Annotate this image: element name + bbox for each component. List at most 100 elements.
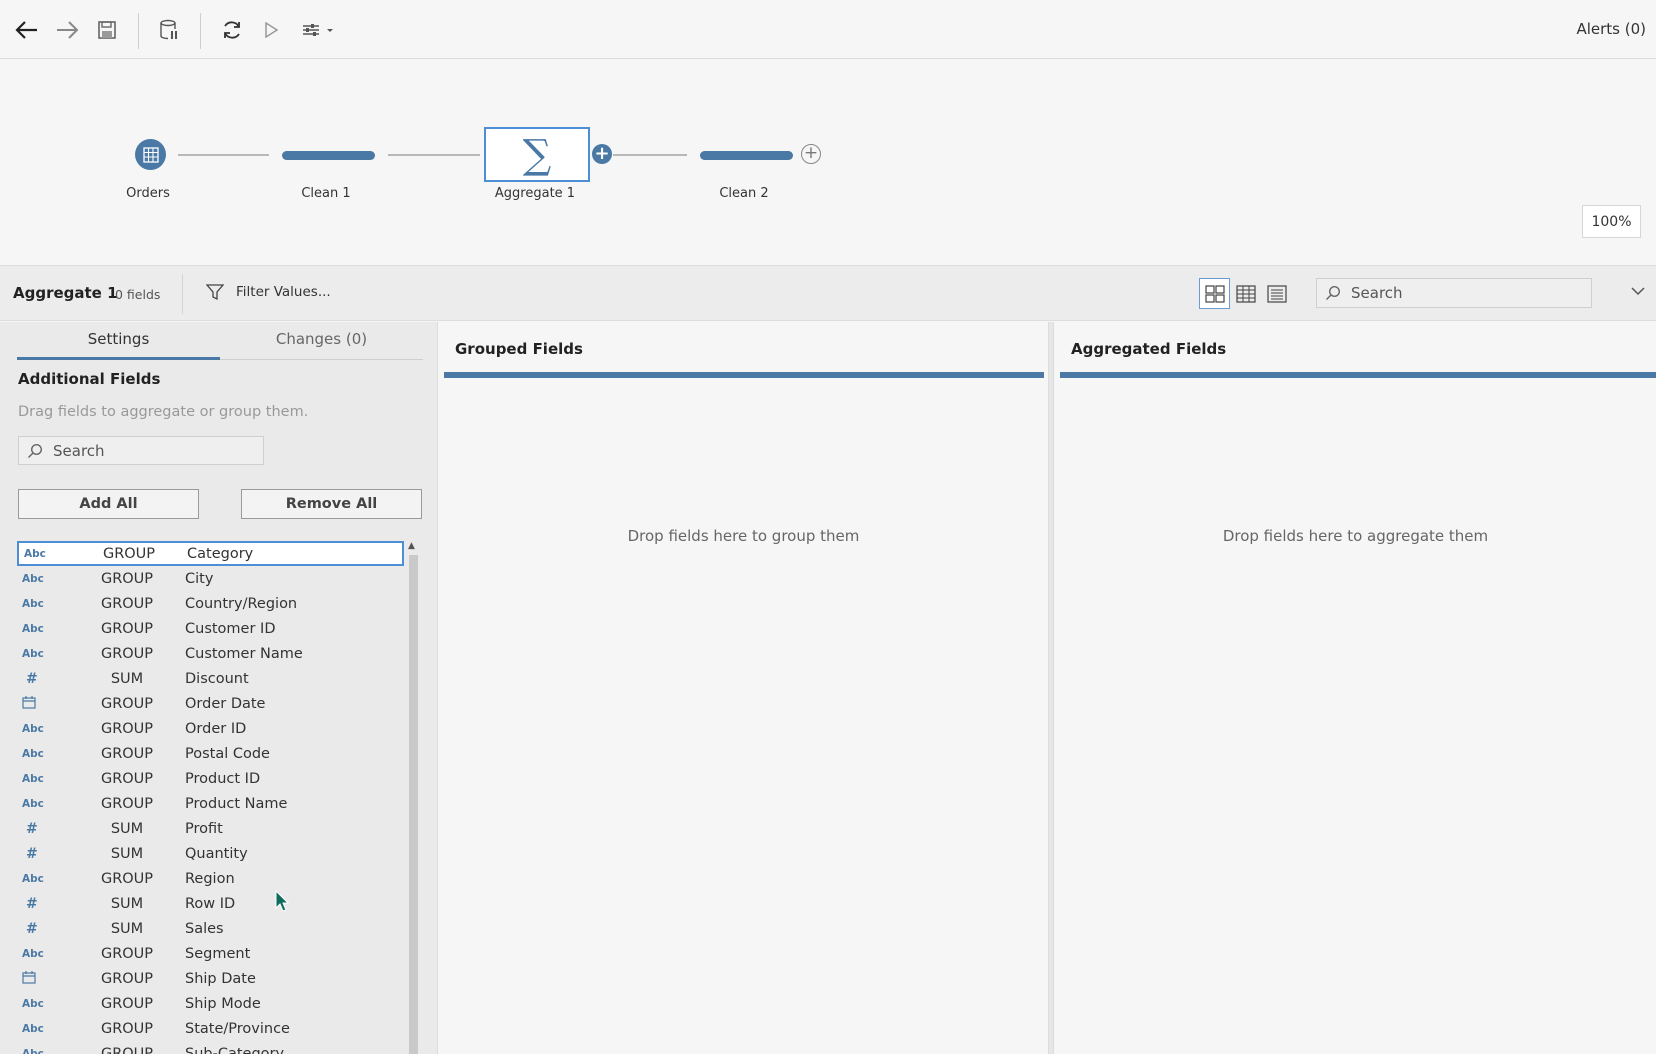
refresh-icon[interactable] [215, 13, 249, 47]
add-all-button[interactable]: Add All [18, 489, 199, 519]
clean-1-node[interactable] [282, 151, 375, 160]
field-aggregation[interactable]: SUM [77, 921, 177, 937]
grouped-fields-panel[interactable]: Grouped Fields Drop fields here to group… [439, 322, 1048, 1054]
field-row[interactable]: Abc GROUP State/Province [17, 1016, 404, 1041]
table-icon [142, 146, 159, 163]
field-name: Customer Name [185, 645, 303, 662]
panel-divider[interactable] [1048, 322, 1054, 1054]
data-source-icon[interactable] [152, 13, 186, 47]
zoom-level[interactable]: 100% [1582, 205, 1641, 238]
filter-values-label: Filter Values... [236, 284, 331, 300]
field-name: City [185, 570, 214, 587]
field-name: Sales [185, 920, 224, 937]
step-header: Aggregate 1 0 fields Filter Values... Se… [0, 266, 1656, 321]
tab-settings[interactable]: Settings [17, 330, 220, 360]
field-row[interactable]: # SUM Quantity [17, 841, 404, 866]
aggregate-1-node[interactable]: ∑ [484, 127, 590, 182]
card-view-button[interactable] [1199, 278, 1230, 309]
field-aggregation[interactable]: GROUP [77, 571, 177, 587]
field-list-scrollbar[interactable]: ▲ [406, 541, 420, 1054]
field-aggregation[interactable]: GROUP [77, 721, 177, 737]
field-row[interactable]: Abc GROUP Product ID [17, 766, 404, 791]
flow-options-icon[interactable] [298, 13, 340, 47]
field-row[interactable]: # SUM Discount [17, 666, 404, 691]
clean-2-node[interactable] [700, 151, 793, 160]
field-aggregation[interactable]: GROUP [77, 696, 177, 712]
field-row[interactable]: Abc GROUP Ship Mode [17, 991, 404, 1016]
field-aggregation[interactable]: GROUP [77, 646, 177, 662]
field-aggregation[interactable]: GROUP [77, 946, 177, 962]
toolbar: Alerts (0) [0, 0, 1656, 59]
field-aggregation[interactable]: GROUP [77, 1021, 177, 1037]
field-row[interactable]: # SUM Sales [17, 916, 404, 941]
field-aggregation[interactable]: GROUP [77, 771, 177, 787]
table-view-button[interactable] [1230, 278, 1261, 309]
field-row[interactable]: GROUP Order Date [17, 691, 404, 716]
scroll-up-arrow-icon[interactable]: ▲ [408, 541, 415, 551]
add-step-icon[interactable]: + [592, 144, 612, 164]
view-toggle-group [1199, 278, 1292, 309]
field-name: Product Name [185, 795, 288, 812]
number-type-icon: # [26, 820, 38, 837]
field-name: Profit [185, 820, 223, 837]
field-aggregation[interactable]: GROUP [77, 871, 177, 887]
field-aggregation[interactable]: SUM [77, 821, 177, 837]
flow-canvas: Orders Clean 1 ∑ Aggregate 1 + Clean 2 +… [0, 59, 1656, 266]
field-aggregation[interactable]: GROUP [77, 1046, 177, 1054]
field-row[interactable]: Abc GROUP Postal Code [17, 741, 404, 766]
field-row[interactable]: # SUM Row ID [17, 891, 404, 916]
search-placeholder: Search [1351, 284, 1403, 302]
list-view-button[interactable] [1261, 278, 1292, 309]
field-row[interactable]: Abc GROUP Region [17, 866, 404, 891]
back-arrow-icon[interactable] [10, 13, 44, 47]
additional-fields-hint: Drag fields to aggregate or group them. [18, 404, 309, 420]
field-aggregation[interactable]: GROUP [77, 971, 177, 987]
field-row[interactable]: # SUM Profit [17, 816, 404, 841]
field-row[interactable]: Abc GROUP City [17, 566, 404, 591]
field-row[interactable]: Abc GROUP Sub-Category [17, 1041, 404, 1054]
remove-all-button[interactable]: Remove All [241, 489, 422, 519]
add-step-outline-icon[interactable]: + [801, 144, 821, 164]
save-icon[interactable] [90, 13, 124, 47]
field-aggregation[interactable]: SUM [77, 846, 177, 862]
field-row[interactable]: Abc GROUP Customer ID [17, 616, 404, 641]
field-row[interactable]: Abc GROUP Segment [17, 941, 404, 966]
aggregated-fields-header-bar [1060, 372, 1656, 378]
field-aggregation[interactable]: SUM [77, 671, 177, 687]
field-aggregation[interactable]: GROUP [77, 796, 177, 812]
filter-icon [206, 284, 224, 301]
scrollbar-thumb[interactable] [409, 555, 418, 1054]
field-aggregation[interactable]: GROUP [77, 596, 177, 612]
field-aggregation[interactable]: SUM [77, 896, 177, 912]
fields-search-input[interactable]: Search [18, 436, 264, 465]
field-row[interactable]: GROUP Ship Date [17, 966, 404, 991]
field-row[interactable]: Abc GROUP Customer Name [17, 641, 404, 666]
field-aggregation[interactable]: GROUP [77, 996, 177, 1012]
field-row[interactable]: Abc GROUP Product Name [17, 791, 404, 816]
field-row[interactable]: Abc GROUP Country/Region [17, 591, 404, 616]
string-type-icon: Abc [22, 1022, 44, 1035]
grouped-fields-header-bar [444, 372, 1044, 378]
field-aggregation[interactable]: GROUP [77, 621, 177, 637]
string-type-icon: Abc [22, 872, 44, 885]
filter-values-button[interactable]: Filter Values... [206, 283, 331, 301]
orders-input-node[interactable] [135, 139, 166, 170]
string-type-icon: Abc [22, 597, 44, 610]
run-flow-icon[interactable] [254, 13, 288, 47]
field-row[interactable]: Abc GROUP Order ID [17, 716, 404, 741]
number-type-icon: # [26, 845, 38, 862]
field-aggregation[interactable]: GROUP [77, 746, 177, 762]
grouped-fields-title: Grouped Fields [455, 340, 583, 358]
aggregated-fields-panel[interactable]: Aggregated Fields Drop fields here to ag… [1055, 322, 1656, 1054]
grouped-fields-drop-hint: Drop fields here to group them [627, 527, 860, 545]
profile-search-input[interactable]: Search [1316, 278, 1592, 308]
alerts-button[interactable]: Alerts (0) [1576, 20, 1646, 38]
field-aggregation[interactable]: GROUP [79, 546, 179, 562]
forward-arrow-icon[interactable] [50, 13, 84, 47]
tab-changes[interactable]: Changes (0) [220, 330, 423, 360]
field-row[interactable]: Abc GROUP Category [17, 541, 404, 566]
node-label-clean-2: Clean 2 [719, 186, 769, 201]
string-type-icon: Abc [22, 1047, 44, 1054]
aggregated-fields-drop-hint: Drop fields here to aggregate them [1222, 527, 1489, 545]
collapse-chevron-icon[interactable] [1631, 284, 1645, 300]
